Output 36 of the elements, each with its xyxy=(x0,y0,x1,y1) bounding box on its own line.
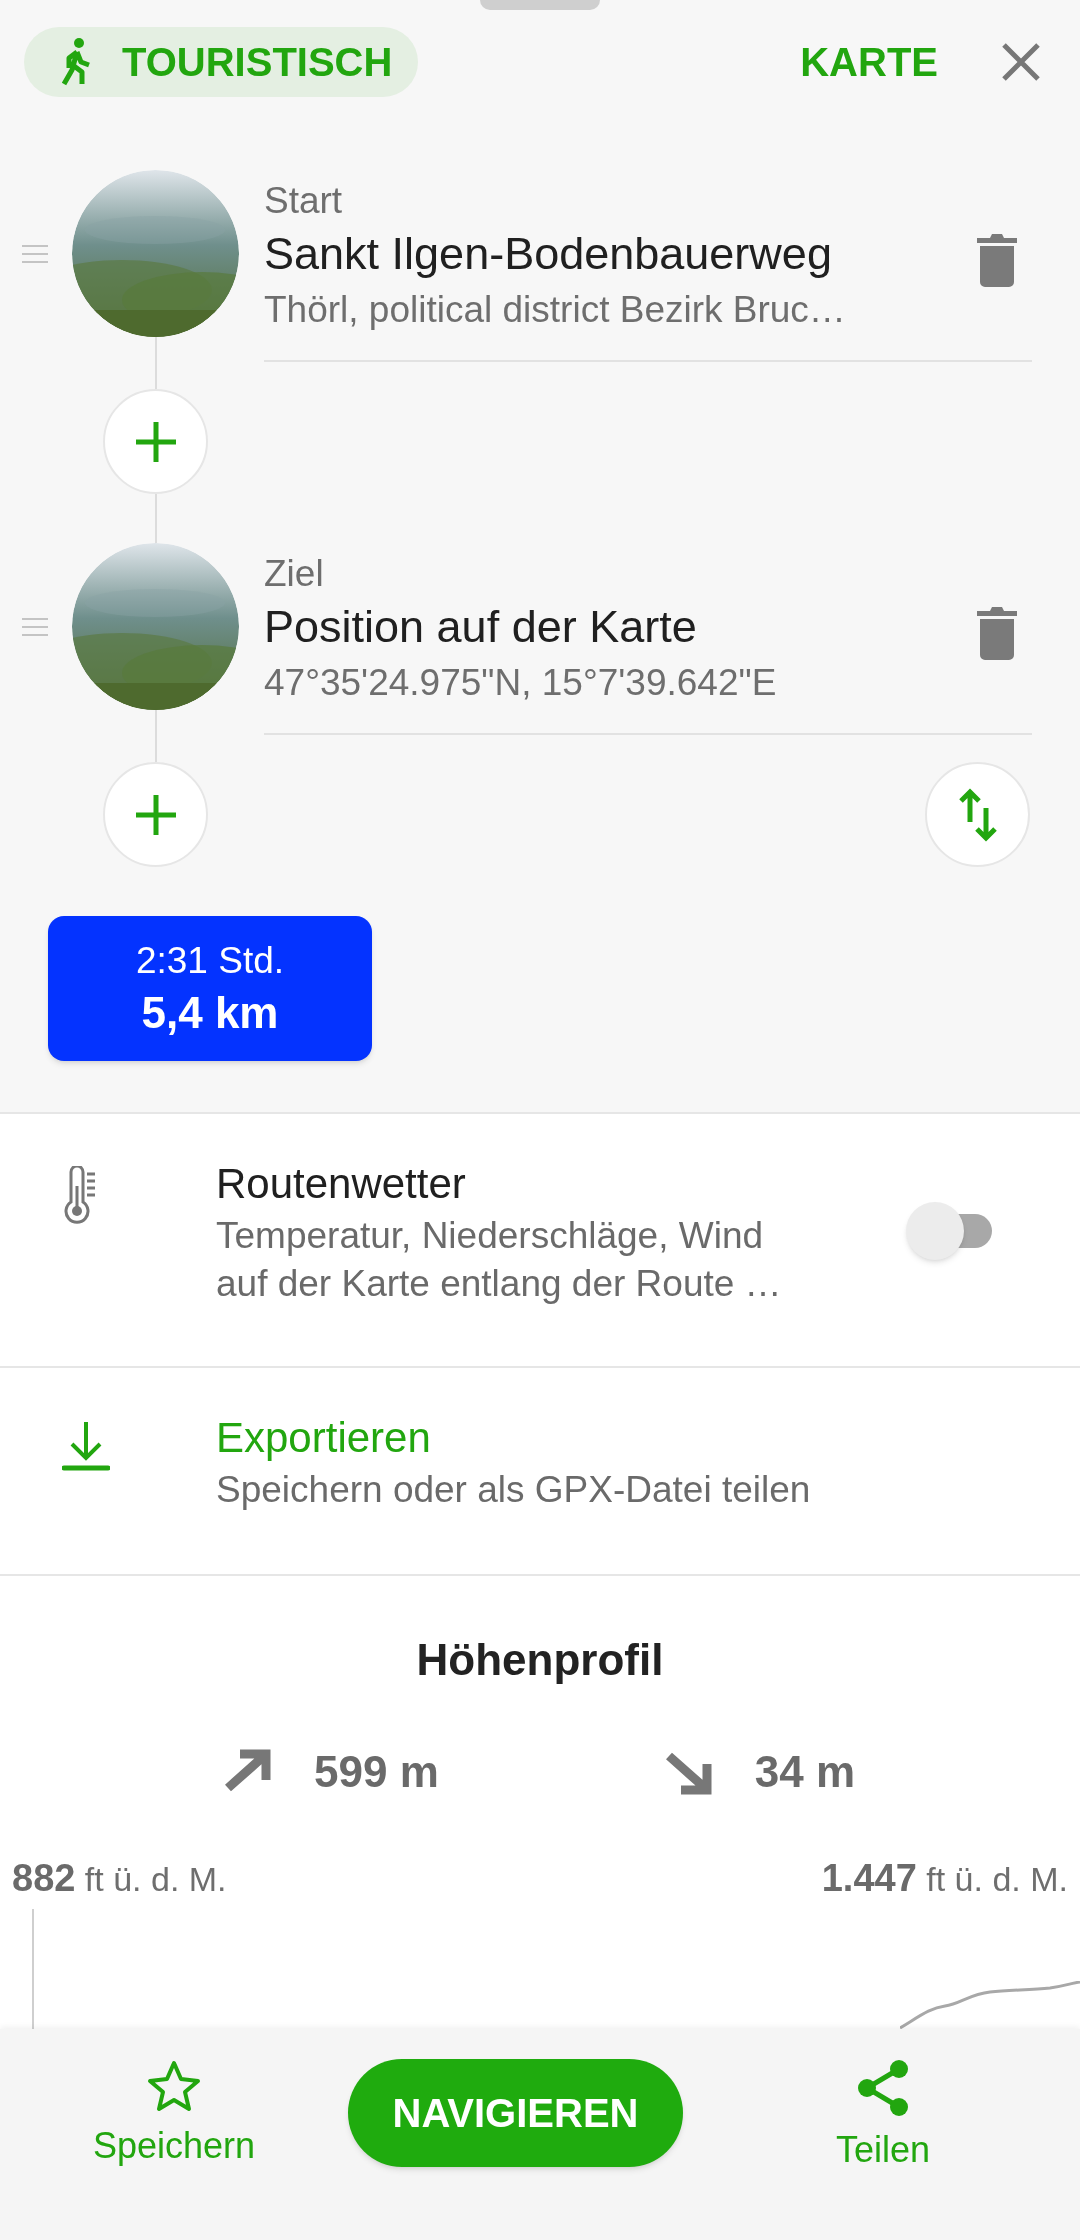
descent-value: 34 m xyxy=(754,1746,856,1798)
option-title: Routenwetter xyxy=(216,1159,467,1209)
share-button[interactable]: Teilen xyxy=(783,2059,983,2177)
waypoint-name: Sankt Ilgen-Bodenbauerweg xyxy=(264,227,833,281)
option-subtitle: Temperatur, Niederschläge, Wind auf der Karte entlang der Route … xyxy=(216,1214,783,1306)
max-elevation-label: 1.447 ft ü. d. M. xyxy=(821,1856,1068,1901)
section-title: Höhenprofil xyxy=(416,1634,664,1686)
plus-icon xyxy=(133,419,178,464)
walking-person-icon xyxy=(60,38,92,86)
star-icon xyxy=(146,2059,202,2113)
mode-chip[interactable]: TOURISTISCH xyxy=(24,27,419,97)
thermometer-icon xyxy=(62,1166,98,1226)
save-button[interactable]: Speichern xyxy=(54,2059,294,2173)
route-duration: 2:31 Std. xyxy=(135,938,285,983)
drag-handle-icon[interactable] xyxy=(22,616,48,637)
min-elevation-label: 882 ft ü. d. M. xyxy=(12,1856,227,1901)
drag-handle-icon[interactable] xyxy=(22,243,48,264)
waypoint-detail: Thörl, political district Bezirk Bruc… xyxy=(264,288,847,332)
option-title[interactable]: Exportieren xyxy=(216,1410,1016,1466)
option-subtitle: Speichern oder als GPX-Datei teilen xyxy=(216,1468,812,1512)
route-summary-card[interactable]: 2:31 Std. 5,4 km xyxy=(48,916,372,1061)
download-icon xyxy=(62,1420,110,1472)
waypoint-detail: 47°35'24.975"N, 15°7'39.642"E xyxy=(264,661,778,705)
navigate-button[interactable]: NAVIGIEREN xyxy=(348,2059,683,2167)
route-distance: 5,4 km xyxy=(141,986,279,1039)
waypoint-label: Ziel xyxy=(264,552,325,596)
ascent-value: 599 m xyxy=(314,1746,439,1798)
swap-arrows-icon xyxy=(957,787,998,842)
map-button[interactable]: KARTE xyxy=(800,32,938,92)
share-icon xyxy=(855,2059,911,2117)
trash-icon[interactable] xyxy=(975,232,1019,288)
waypoint-name: Position auf der Karte xyxy=(264,600,698,654)
plus-icon xyxy=(133,792,178,837)
close-icon[interactable] xyxy=(1002,43,1040,81)
waypoint-label: Start xyxy=(264,179,344,223)
trash-icon[interactable] xyxy=(975,605,1019,661)
